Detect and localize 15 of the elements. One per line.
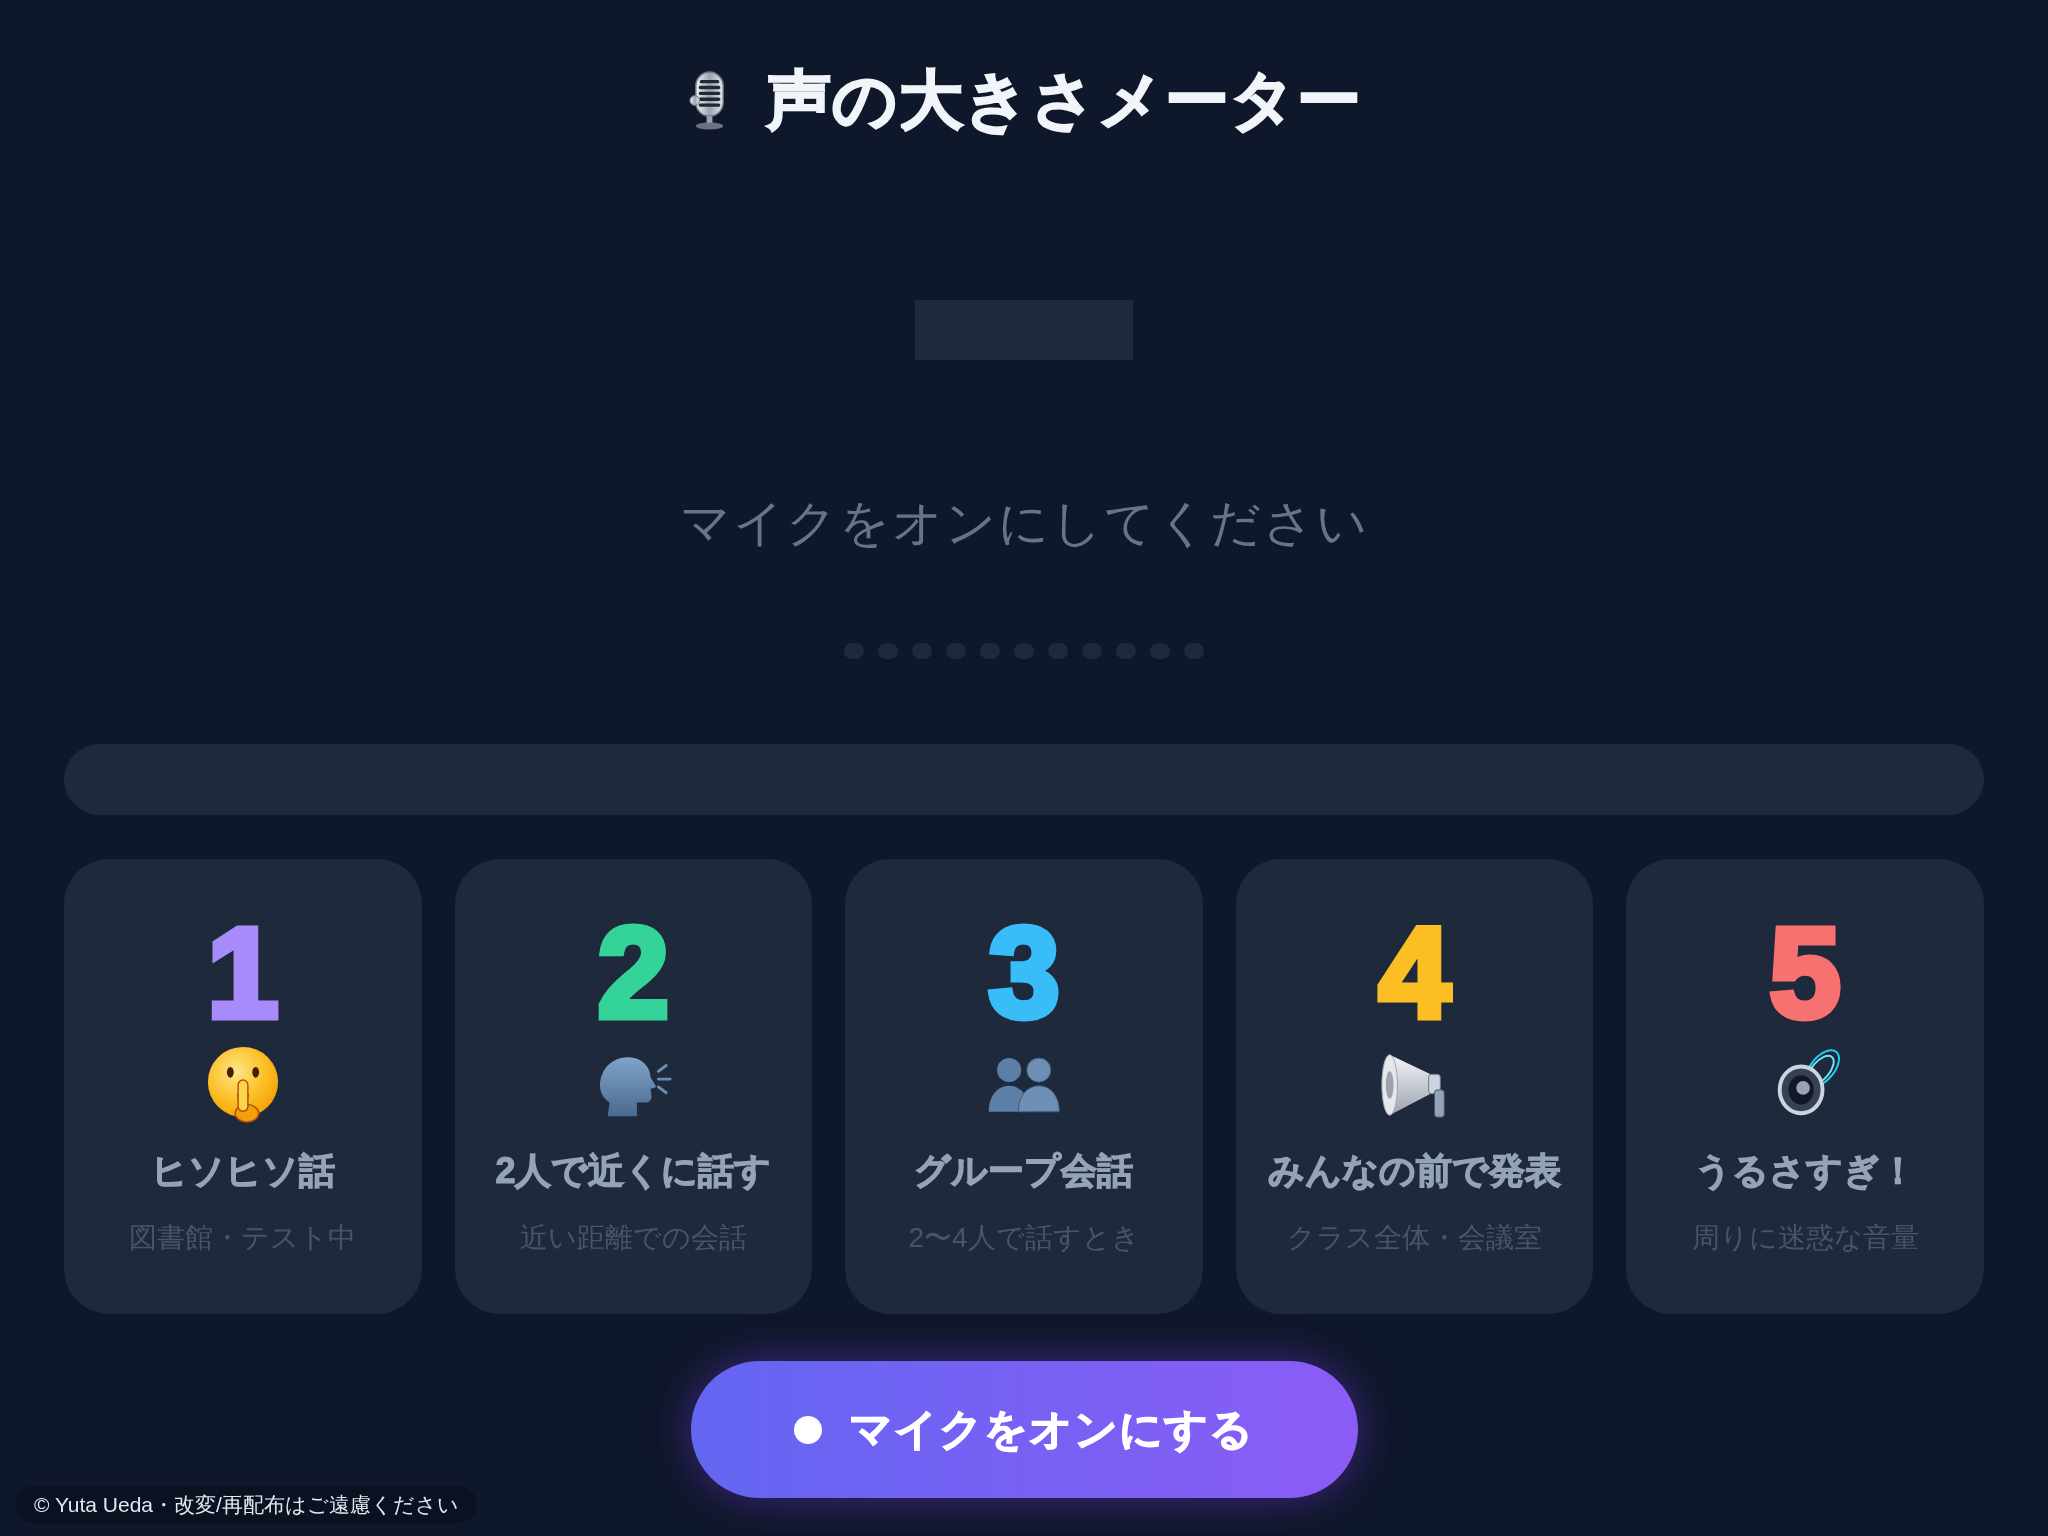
level-title: ヒソヒソ話 — [150, 1149, 335, 1193]
level-number: 5 — [1769, 909, 1841, 1037]
level-number: 2 — [597, 909, 669, 1037]
mic-on-button[interactable]: マイクをオンにする — [690, 1361, 1358, 1498]
credit-badge: © Yuta Ueda・改変/再配布はご遠慮ください — [16, 1486, 477, 1523]
app-title: 声の大きさメーター — [767, 63, 1362, 139]
level-title: 2人で近くに話す — [495, 1149, 772, 1193]
status-message: マイクをオンにしてください — [679, 494, 1369, 553]
level-title: うるさすぎ！ — [1694, 1149, 1916, 1193]
level-number: 3 — [988, 909, 1060, 1037]
level-title: グループ会話 — [914, 1149, 1134, 1193]
level-number: 1 — [207, 909, 279, 1037]
record-dot-icon — [794, 1415, 822, 1444]
level-number: 4 — [1379, 909, 1451, 1037]
level-title: みんなの前で発表 — [1268, 1149, 1562, 1193]
